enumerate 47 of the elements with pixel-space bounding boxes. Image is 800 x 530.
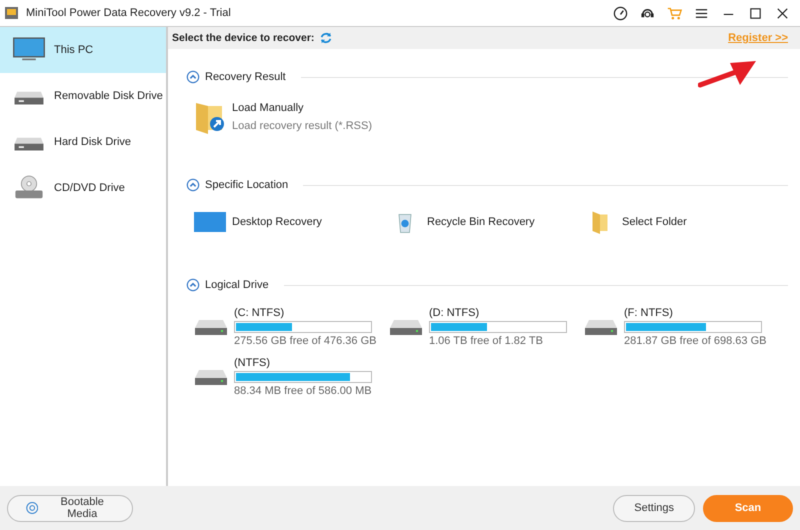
location-label: Recycle Bin Recovery [427, 216, 535, 228]
device-prompt: Select the device to recover: [172, 32, 314, 44]
monitor-icon [12, 37, 46, 63]
disc-icon [26, 500, 38, 516]
collapse-icon[interactable] [186, 70, 200, 84]
location-label: Desktop Recovery [232, 216, 322, 228]
location-item[interactable]: Load Manually Load recovery result (*.RSS) [194, 97, 494, 137]
app-logo-icon [4, 5, 20, 21]
drive-item[interactable]: (C: NTFS) 275.56 GB free of 476.36 GB [194, 307, 389, 347]
desktop-icon [194, 210, 226, 234]
section-title: Specific Location [205, 179, 288, 191]
drive-label: (C: NTFS) [234, 307, 286, 319]
location-item[interactable]: Desktop Recovery [194, 207, 389, 237]
close-icon[interactable] [775, 6, 790, 20]
hard-drive-icon [194, 317, 228, 337]
drive-item[interactable]: (D: NTFS) 1.06 TB free of 1.82 TB [389, 307, 584, 347]
window-title: MiniTool Power Data Recovery v9.2 - Trial [26, 7, 231, 19]
location-description: Load recovery result (*.RSS) [232, 120, 372, 132]
drive-item[interactable]: (NTFS) 88.34 MB free of 586.00 MB [194, 357, 389, 397]
speedometer-icon[interactable] [613, 6, 628, 20]
drive-label: (NTFS) [234, 357, 272, 369]
section-title: Recovery Result [205, 71, 286, 83]
bootable-media-button[interactable]: Bootable Media [7, 494, 133, 522]
maximize-icon[interactable] [748, 6, 763, 20]
hard-drive-icon [389, 317, 423, 337]
sidebar-item[interactable]: CD/DVD Drive [0, 165, 166, 211]
collapse-icon[interactable] [186, 178, 200, 192]
sidebar-item[interactable]: Hard Disk Drive [0, 119, 166, 165]
section-title: Logical Drive [205, 279, 269, 291]
drive-capacity: 275.56 GB free of 476.36 GB [234, 335, 376, 347]
location-label: Load Manually [232, 102, 305, 114]
settings-button[interactable]: Settings [613, 494, 695, 522]
drive-label: (F: NTFS) [624, 307, 674, 319]
location-item[interactable]: Recycle Bin Recovery [389, 207, 584, 237]
collapse-icon[interactable] [186, 278, 200, 292]
location-item[interactable]: Select Folder [584, 207, 779, 237]
drive-label: (D: NTFS) [429, 307, 480, 319]
location-label: Select Folder [622, 216, 687, 228]
sidebar-item[interactable]: Removable Disk Drive [0, 73, 166, 119]
sidebar-item[interactable]: This PC [0, 27, 166, 73]
drive-capacity: 1.06 TB free of 1.82 TB [429, 335, 544, 347]
hard-drive-icon [584, 317, 618, 337]
refresh-icon[interactable] [319, 31, 334, 45]
drive-capacity: 281.87 GB free of 698.63 GB [624, 335, 766, 347]
hard-drive-icon [194, 367, 228, 387]
drive-item[interactable]: (F: NTFS) 281.87 GB free of 698.63 GB [584, 307, 779, 347]
drive-capacity: 88.34 MB free of 586.00 MB [234, 385, 372, 397]
